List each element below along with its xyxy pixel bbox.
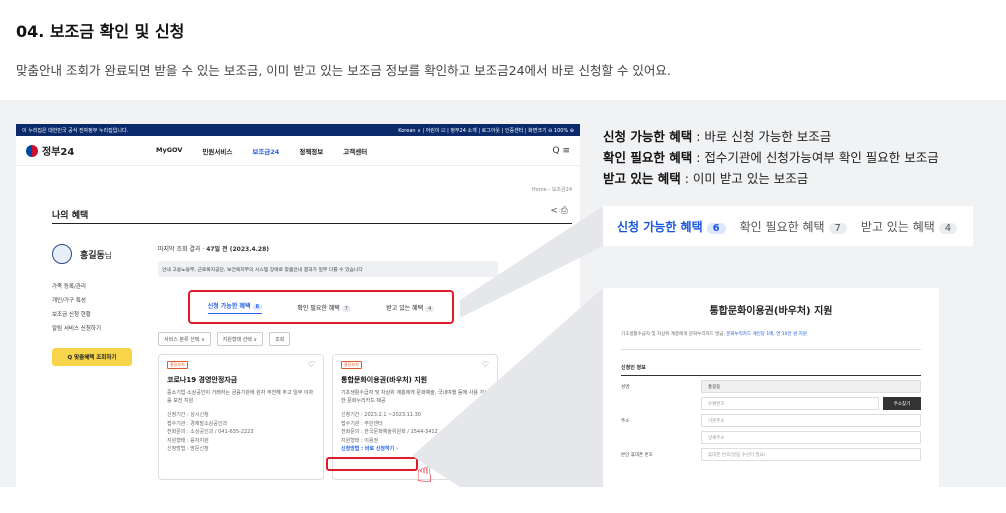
benefit-tabs: 신청 가능한 혜택 6 확인 필요한 혜택 7 받고 있는 혜택 4 xyxy=(188,290,454,324)
user-name: 홍길동님 xyxy=(80,250,112,261)
nav-icons[interactable]: Q ≡ xyxy=(553,146,571,156)
address-detail-field[interactable]: 상세주소 xyxy=(701,431,921,444)
sidebar: 홍길동님 가족 등록/관리 개인/가구 특성 보조금 신청 현황 알림 서비스 … xyxy=(52,244,152,366)
search-button[interactable]: 조회 xyxy=(269,332,291,346)
apply-highlight xyxy=(326,457,418,471)
side-list: 가족 등록/관리 개인/가구 특성 보조금 신청 현황 알림 서비스 신청하기 xyxy=(52,280,152,336)
main-menu: MyGOV 민원서비스 보조금24 정책정보 고객센터 xyxy=(156,146,367,156)
support-type-select[interactable]: 지원형태 선택 ∨ xyxy=(216,332,264,346)
page-title: 나의 혜택 xyxy=(52,211,89,221)
find-address-button[interactable]: 주소찾기 xyxy=(883,397,921,410)
top-nav: 정부24 MyGOV 민원서비스 보조금24 정책정보 고객센터 Q ≡ xyxy=(16,136,580,166)
menu-minwon[interactable]: 민원서비스 xyxy=(202,146,232,156)
form-desc: 기초생활수급자 및 차상위 계층에게 문화누리카드 발급, 문화누리카드 개인당… xyxy=(621,331,921,350)
side-item-family[interactable]: 가족 등록/관리 xyxy=(52,280,152,294)
side-item-alert[interactable]: 알림 서비스 신청하기 xyxy=(52,322,152,336)
form-title: 통합문화이용권(바우처) 지원 xyxy=(709,306,833,317)
zipcode-field[interactable]: 우편번호 xyxy=(701,397,879,410)
heart-icon[interactable]: ♡ xyxy=(482,360,489,369)
custom-benefit-button[interactable]: Q 맞춤혜택 조회하기 xyxy=(52,348,132,366)
tab-receiving[interactable]: 받고 있는 혜택 4 xyxy=(386,303,435,312)
share-print-icons[interactable]: < ⎙ xyxy=(550,206,568,216)
user-profile: 홍길동님 xyxy=(52,244,152,264)
service-category-select[interactable]: 서비스 분류 선택 ∨ xyxy=(158,332,211,346)
callout-tab-receiving[interactable]: 받고 있는 혜택 4 xyxy=(861,218,958,235)
side-item-status[interactable]: 보조금 신청 현황 xyxy=(52,308,152,322)
logo[interactable]: 정부24 xyxy=(26,143,156,158)
legend-text: 신청 가능한 혜택 : 바로 신청 가능한 보조금 확인 필요한 혜택 : 접수… xyxy=(603,129,939,186)
form-row: 주소 기본주소 xyxy=(621,414,921,427)
tabs-callout: 신청 가능한 혜택 6 확인 필요한 혜택 7 받고 있는 혜택 4 xyxy=(603,206,973,246)
screenshot-frame: 이 누리집은 대한민국 공식 전자정부 누리집입니다. Korean ∨ | 어… xyxy=(16,124,580,487)
gov-banner: 이 누리집은 대한민국 공식 전자정부 누리집입니다. Korean ∨ | 어… xyxy=(16,124,580,136)
menu-support[interactable]: 고객센터 xyxy=(343,146,367,156)
page-subtitle: 맞춤안내 조회가 완료되면 받을 수 있는 보조금, 이미 받고 있는 보조금 … xyxy=(16,63,671,78)
phone-field[interactable]: 휴대폰 번호(알림 수신이 필요) xyxy=(701,448,921,461)
pointer-hand-icon: ☝ xyxy=(416,456,434,487)
filters: 서비스 분류 선택 ∨ 지원형태 선택 ∨ 조회 xyxy=(158,332,291,346)
form-row: 우편번호 주소찾기 xyxy=(621,397,921,410)
benefit-card[interactable]: 홍장부처 ♡ 코로나19 경영안정자금 중소기업·소상공인이 거래하는 금융기관… xyxy=(158,354,324,480)
title-divider xyxy=(52,223,572,224)
form-callout: 통합문화이용권(바우처) 지원 기초생활수급자 및 차상위 계층에게 문화누리카… xyxy=(603,288,939,487)
taegeuk-icon xyxy=(26,144,38,157)
callout-tab-available[interactable]: 신청 가능한 혜택 6 xyxy=(617,218,726,235)
last-result: 마지막 조회 결과 · 47일 전 (2023.4.28) xyxy=(158,246,270,253)
callout-tab-check[interactable]: 확인 필요한 혜택 7 xyxy=(740,218,847,235)
apply-now-link[interactable]: 신청방법 : 바로 신청하기 › xyxy=(341,445,489,454)
form-row: 상세주소 xyxy=(621,431,921,444)
page-heading: 04. 보조금 확인 및 신청 xyxy=(16,22,185,41)
address-field[interactable]: 기본주소 xyxy=(701,414,921,427)
main-content: 마지막 조회 결과 · 47일 전 (2023.4.28) 안내 고용노동부, … xyxy=(158,244,498,480)
avatar-icon xyxy=(52,244,72,264)
notice-bar: 안내 고용노동부, 근로복지공단, 보건복지부의 시스템 장애로 맞춤안내 결과… xyxy=(158,261,498,277)
breadcrumb: Home › 보조금24 xyxy=(531,187,572,193)
side-item-household[interactable]: 개인/가구 특성 xyxy=(52,294,152,308)
tab-available[interactable]: 신청 가능한 혜택 6 xyxy=(207,301,263,314)
menu-bojo24[interactable]: 보조금24 xyxy=(252,146,279,156)
name-field[interactable]: 홍길동 xyxy=(701,380,921,393)
tab-check-needed[interactable]: 확인 필요한 혜택 7 xyxy=(297,303,351,312)
form-section-title: 신청인 정보 xyxy=(621,364,921,376)
form-row: 성명 홍길동 xyxy=(621,380,921,393)
menu-policy[interactable]: 정책정보 xyxy=(299,146,323,156)
heart-icon[interactable]: ♡ xyxy=(308,360,315,369)
menu-mygov[interactable]: MyGOV xyxy=(156,146,182,156)
form-row: 본인 휴대폰 번호 휴대폰 번호(알림 수신이 필요) xyxy=(621,448,921,461)
